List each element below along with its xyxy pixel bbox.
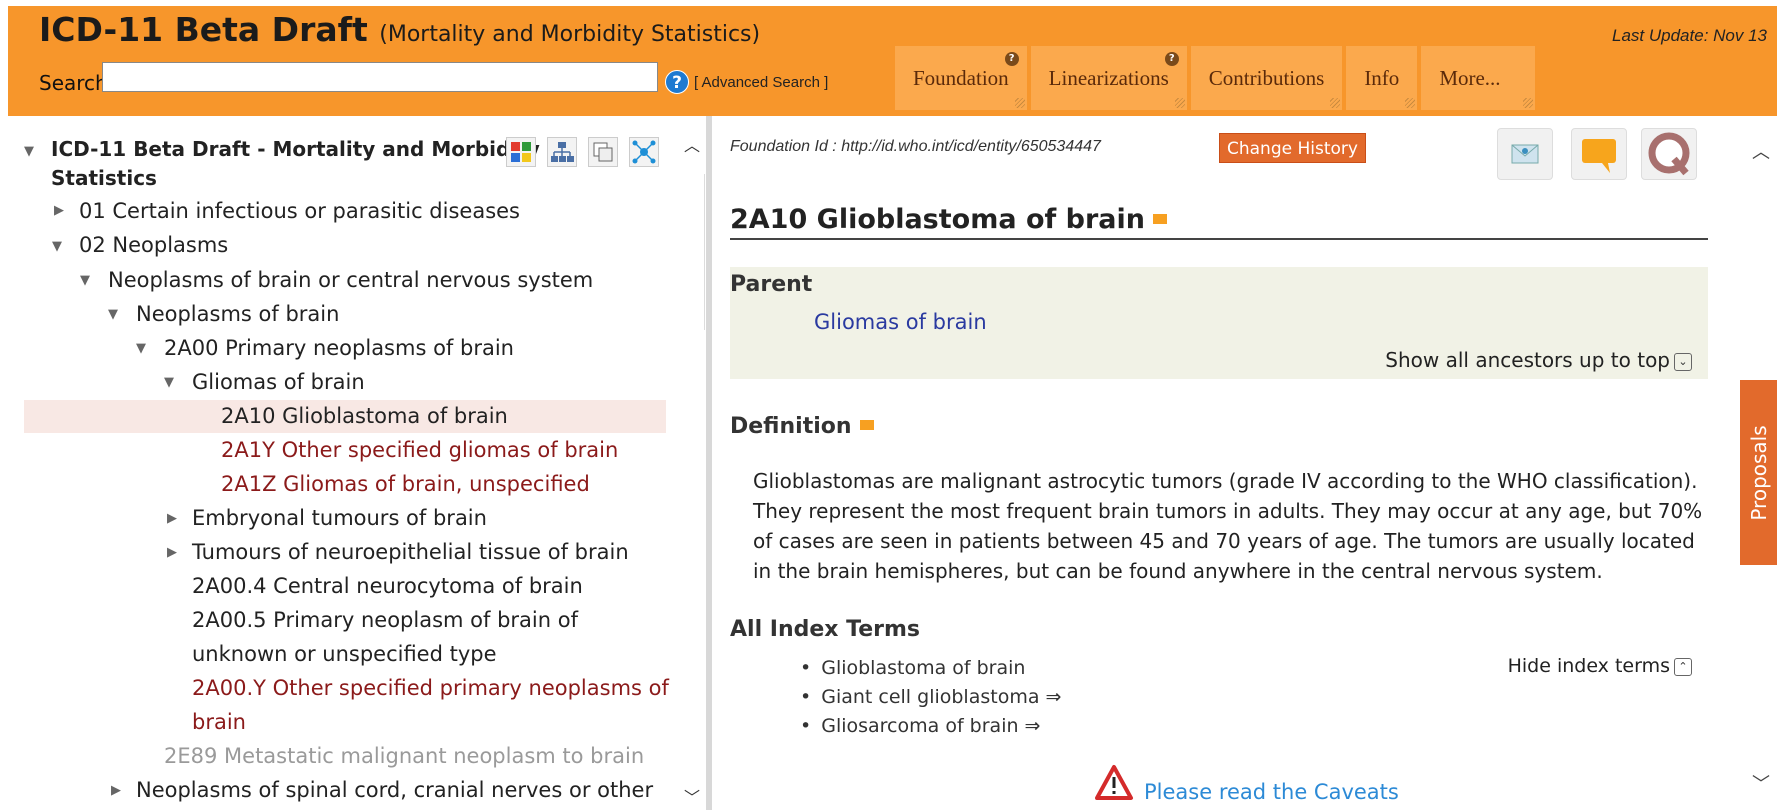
warning-icon: [1094, 764, 1134, 802]
comment-icon[interactable]: [1571, 128, 1627, 180]
help-icon[interactable]: ?: [1164, 52, 1179, 66]
definition-text: Glioblastomas are malignant astrocytic t…: [753, 469, 1703, 583]
tab-bar: Foundation ? Linearizations ? Contributi…: [895, 46, 1539, 110]
scroll-down-icon[interactable]: ﹀: [1752, 770, 1770, 796]
collapse-triangle-icon[interactable]: ▼: [80, 273, 90, 288]
scroll-down-icon[interactable]: ﹀: [680, 786, 704, 810]
comment-flag-icon[interactable]: [859, 420, 874, 430]
pane-splitter[interactable]: [706, 116, 712, 810]
scroll-up-icon[interactable]: ︿: [1752, 138, 1770, 164]
color-grid-icon[interactable]: [506, 137, 536, 167]
collapse-triangle-icon[interactable]: ▼: [52, 239, 62, 254]
tab-info[interactable]: Info: [1346, 46, 1418, 110]
entity-title-text: 2A10 Glioblastoma of brain: [730, 204, 1145, 235]
last-update: Last Update: Nov 13: [1612, 26, 1767, 45]
help-icon[interactable]: ?: [1004, 52, 1019, 66]
entity-title: 2A10 Glioblastoma of brain: [730, 204, 1167, 235]
list-item[interactable]: Gliosarcoma of brain ⇒: [800, 712, 1061, 741]
index-terms-list: Glioblastoma of brain Giant cell gliobla…: [800, 654, 1061, 741]
list-item: Glioblastoma of brain: [800, 654, 1061, 683]
tree-item[interactable]: 2E89 Metastatic malignant neoplasm to br…: [164, 744, 644, 768]
tree-item[interactable]: 2A00.4 Central neurocytoma of brain: [192, 574, 583, 598]
app-title: ICD-11 Beta Draft (Mortality and Morbidi…: [39, 10, 760, 49]
list-item[interactable]: Giant cell glioblastoma ⇒: [800, 683, 1061, 712]
tree-item[interactable]: 2A00 Primary neoplasms of brain: [164, 336, 514, 360]
definition-heading-text: Definition: [730, 414, 852, 439]
expand-triangle-icon[interactable]: ▶: [167, 511, 177, 526]
resize-grip-icon: [1405, 98, 1416, 108]
tree-item[interactable]: 2A1Z Gliomas of brain, unspecified: [221, 472, 590, 496]
tab-contributions[interactable]: Contributions: [1190, 46, 1343, 110]
tab-more[interactable]: More...: [1421, 46, 1535, 110]
foundation-id: Foundation Id : http://id.who.int/icd/en…: [730, 138, 1101, 155]
tree-item[interactable]: 2A00.Y Other specified primary neoplasms…: [192, 676, 669, 700]
query-icon[interactable]: [1641, 128, 1697, 180]
tree-item[interactable]: 2A00.5 Primary neoplasm of brain of: [192, 608, 578, 632]
hide-index-toggle[interactable]: Hide index terms ⌃: [1508, 655, 1692, 677]
comment-flag-icon[interactable]: [1153, 213, 1167, 224]
tab-foundation-label: Foundation: [913, 66, 1009, 90]
copy-icon[interactable]: [588, 137, 618, 167]
title-rule: [730, 238, 1708, 240]
help-icon[interactable]: ?: [665, 70, 689, 94]
hide-index-label: Hide index terms: [1507, 655, 1670, 677]
chevron-up-icon[interactable]: ⌃: [1674, 657, 1692, 676]
chevron-down-icon[interactable]: ⌄: [1674, 352, 1692, 371]
expand-triangle-icon[interactable]: ▶: [111, 783, 121, 798]
tree-item[interactable]: Embryonal tumours of brain: [192, 506, 487, 530]
parent-link[interactable]: Gliomas of brain: [814, 310, 987, 334]
tab-linearizations-label: Linearizations: [1048, 66, 1169, 90]
resize-grip-icon: [1174, 98, 1185, 108]
change-history-button[interactable]: Change History: [1219, 133, 1366, 163]
caveats-link[interactable]: Please read the Caveats: [1144, 780, 1399, 804]
app-title-main: ICD-11 Beta Draft: [39, 10, 368, 49]
app-subtitle: (Mortality and Morbidity Statistics): [379, 22, 761, 47]
search-input[interactable]: [102, 62, 658, 92]
proposals-label: Proposals: [1746, 424, 1771, 521]
search-label: Search: [39, 71, 108, 95]
tab-more-label: More...: [1439, 66, 1501, 90]
collapse-triangle-icon[interactable]: ▼: [164, 375, 174, 390]
tree-item-selected[interactable]: 2A10 Glioblastoma of brain: [221, 404, 508, 428]
show-ancestors-label: Show all ancestors up to top: [1385, 348, 1670, 372]
hierarchy-icon[interactable]: [547, 137, 577, 167]
show-ancestors-toggle[interactable]: Show all ancestors up to top ⌄: [1385, 348, 1692, 372]
resize-grip-icon: [1522, 98, 1533, 108]
tab-foundation[interactable]: Foundation ?: [895, 46, 1027, 110]
tree-item-cont[interactable]: brain: [192, 710, 246, 734]
advanced-search-link[interactable]: [ Advanced Search ]: [694, 74, 828, 91]
scroll-up-icon[interactable]: ︿: [680, 134, 704, 158]
collapse-triangle-icon[interactable]: ▼: [136, 341, 146, 356]
tree-item-cont[interactable]: unknown or unspecified type: [192, 642, 497, 666]
tree-item[interactable]: Neoplasms of brain: [136, 302, 339, 326]
index-terms-heading: All Index Terms: [730, 617, 921, 642]
tab-linearizations[interactable]: Linearizations ?: [1030, 46, 1187, 110]
tree-scrollbar[interactable]: ︿ ﹀: [680, 120, 704, 810]
proposals-tab[interactable]: Proposals: [1740, 380, 1777, 565]
resize-grip-icon: [1330, 98, 1341, 108]
network-icon[interactable]: [629, 137, 659, 167]
tab-info-label: Info: [1364, 66, 1400, 90]
parent-heading: Parent: [730, 272, 813, 297]
tree-item[interactable]: Gliomas of brain: [192, 370, 365, 394]
collapse-triangle-icon[interactable]: ▼: [24, 144, 34, 159]
tree-root-label-cont[interactable]: Statistics: [51, 166, 157, 190]
resize-grip-icon: [1014, 98, 1025, 108]
expand-triangle-icon[interactable]: ▶: [167, 545, 177, 560]
definition-heading: Definition: [730, 414, 874, 439]
tree-item[interactable]: 02 Neoplasms: [79, 233, 228, 257]
expand-triangle-icon[interactable]: ▶: [54, 203, 64, 218]
tree-item[interactable]: Neoplasms of spinal cord, cranial nerves…: [136, 778, 653, 802]
tab-contributions-label: Contributions: [1208, 66, 1325, 90]
tree-item[interactable]: 2A1Y Other specified gliomas of brain: [221, 438, 618, 462]
tree-item[interactable]: 01 Certain infectious or parasitic disea…: [79, 199, 520, 223]
tree-root-label[interactable]: ICD-11 Beta Draft - Mortality and Morbid…: [51, 137, 540, 161]
collapse-triangle-icon[interactable]: ▼: [108, 307, 118, 322]
email-icon[interactable]: [1497, 128, 1553, 180]
tree-item[interactable]: Neoplasms of brain or central nervous sy…: [108, 268, 593, 292]
tree-item[interactable]: Tumours of neuroepithelial tissue of bra…: [192, 540, 629, 564]
